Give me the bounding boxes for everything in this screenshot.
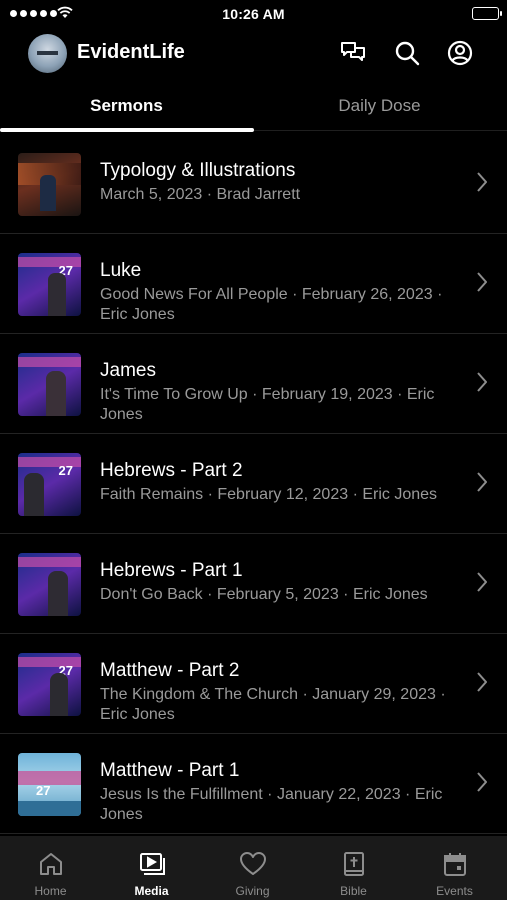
nav-label: Events <box>436 884 473 898</box>
sermon-row[interactable]: 27 Matthew - Part 1 Jesus Is the Fulfill… <box>0 734 507 834</box>
sermon-title: Matthew - Part 2 <box>100 660 240 681</box>
search-icon[interactable] <box>392 38 422 68</box>
chevron-right-icon <box>477 272 487 292</box>
sermon-title: Luke <box>100 260 142 281</box>
nav-home[interactable]: Home <box>0 836 101 900</box>
chevron-right-icon <box>477 672 487 692</box>
sermon-subtitle: The Kingdom & The Church · January 29, 2… <box>100 686 446 723</box>
church-logo[interactable] <box>28 34 67 73</box>
battery-icon <box>472 7 502 20</box>
sermon-thumbnail: 27 <box>18 253 81 316</box>
nav-label: Media <box>134 884 169 898</box>
sermon-row[interactable]: 27 Luke Good News For All People · Febru… <box>0 234 507 334</box>
calendar-icon <box>443 853 466 876</box>
tab-active-indicator <box>0 128 254 132</box>
sermon-thumbnail: 27 <box>18 453 81 516</box>
nav-giving[interactable]: Giving <box>202 836 303 900</box>
sermon-thumbnail: 27 <box>18 653 81 716</box>
sermon-title: Hebrews - Part 1 <box>100 560 243 581</box>
tab-sermons[interactable]: Sermons <box>0 96 253 116</box>
sermon-subtitle: Don't Go Back · February 5, 2023 · Eric … <box>100 586 428 603</box>
nav-label: Bible <box>340 884 367 898</box>
sermon-row[interactable]: 27 Hebrews - Part 2 Faith Remains · Febr… <box>0 434 507 534</box>
account-icon[interactable] <box>445 38 475 68</box>
chevron-right-icon <box>477 472 487 492</box>
sermon-row[interactable]: 27 Matthew - Part 2 The Kingdom & The Ch… <box>0 634 507 734</box>
bible-icon <box>343 852 364 876</box>
status-time: 10:26 AM <box>222 6 285 22</box>
sermon-subtitle: Faith Remains · February 12, 2023 · Eric… <box>100 486 438 503</box>
chevron-right-icon <box>477 572 487 592</box>
bottom-nav: Home Media Giving Bible Events <box>0 836 507 900</box>
home-icon <box>39 853 62 875</box>
chevron-right-icon <box>477 372 487 392</box>
sermon-thumbnail: 27 <box>18 753 81 816</box>
chat-icon[interactable] <box>338 38 368 68</box>
sermon-subtitle: Jesus Is the Fulfillment · January 22, 2… <box>100 786 443 823</box>
tab-bar: Sermons Daily Dose <box>0 84 507 134</box>
sermon-title: Matthew - Part 1 <box>100 760 240 781</box>
sermon-row[interactable]: James It's Time To Grow Up · February 19… <box>0 334 507 434</box>
sermon-row[interactable]: Hebrews - Part 1 Don't Go Back · Februar… <box>0 534 507 634</box>
heart-icon <box>239 852 266 875</box>
app-header: EvidentLife <box>0 32 507 74</box>
sermon-thumbnail <box>18 553 81 616</box>
sermon-subtitle: Good News For All People · February 26, … <box>100 286 443 323</box>
sermon-title: James <box>100 360 156 381</box>
sermon-title: Typology & Illustrations <box>100 160 296 181</box>
sermon-thumbnail <box>18 153 81 216</box>
app-title: EvidentLife <box>77 41 185 63</box>
media-icon <box>139 853 165 875</box>
sermon-title: Hebrews - Part 2 <box>100 460 243 481</box>
chevron-right-icon <box>477 172 487 192</box>
tab-daily-dose[interactable]: Daily Dose <box>253 96 506 116</box>
status-bar: 10:26 AM <box>0 0 507 28</box>
sermon-row[interactable]: Typology & Illustrations March 5, 2023 ·… <box>0 134 507 234</box>
sermon-subtitle: It's Time To Grow Up · February 19, 2023… <box>100 386 435 423</box>
nav-label: Giving <box>235 884 270 898</box>
nav-label: Home <box>34 884 67 898</box>
sermon-subtitle: March 5, 2023 · Brad Jarrett <box>100 186 301 203</box>
nav-media[interactable]: Media <box>101 836 202 900</box>
nav-events[interactable]: Events <box>404 836 505 900</box>
nav-bible[interactable]: Bible <box>303 836 404 900</box>
sermon-thumbnail <box>18 353 81 416</box>
chevron-right-icon <box>477 772 487 792</box>
